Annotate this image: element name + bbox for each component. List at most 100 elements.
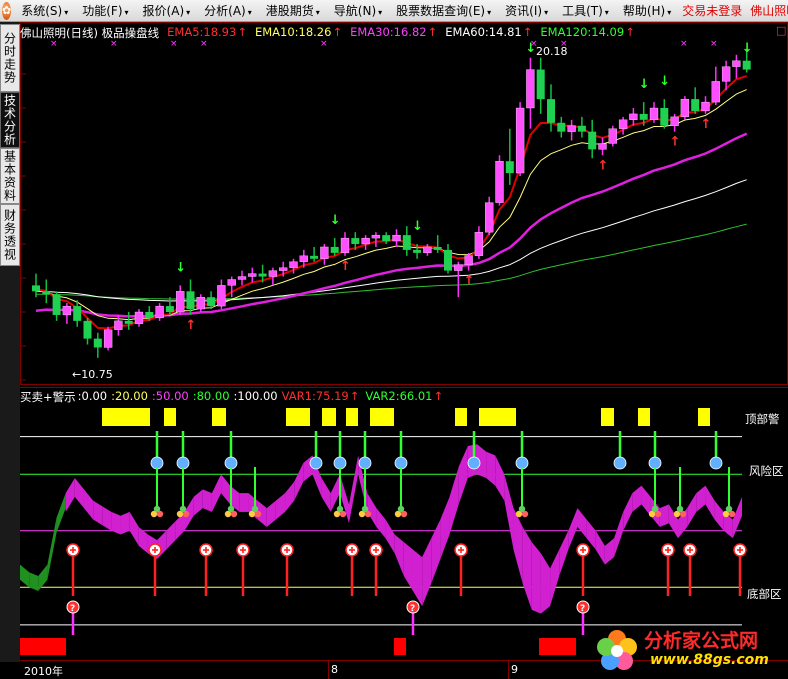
- candle-body: [340, 237, 350, 254]
- var2-area: [29, 572, 39, 592]
- ema120-line: [36, 223, 747, 300]
- var1-area: [513, 508, 523, 584]
- top-warning-block: [479, 408, 516, 426]
- top-warning-block: [212, 408, 226, 426]
- var1-area: [412, 549, 423, 607]
- var1-area: [687, 493, 697, 527]
- var1-area: [714, 500, 724, 531]
- menu-item[interactable]: 股票数据查询(E) ▾: [389, 2, 498, 19]
- stock-name: 佛山照明: [750, 4, 788, 18]
- arrow-up-icon: ↑: [433, 389, 444, 403]
- tab-intraday[interactable]: 分时走势: [0, 24, 20, 92]
- candle-body: [351, 238, 360, 244]
- menu-bar: ✿ 系统(S) ▾ 功能(F) ▾ 报价(A) ▾ 分析(A) ▾ 港股期货 ▾ 导航(N) ▾ 股票数…: [0, 0, 788, 22]
- menu-item[interactable]: 工具(T) ▾: [555, 2, 616, 19]
- candle-body: [248, 273, 257, 277]
- menu-items: 系统(S) ▾ 功能(F) ▾ 报价(A) ▾ 分析(A) ▾ 港股期货 ▾ 导航(N) ▾ 股票数据查…: [14, 2, 678, 19]
- candle-body: [670, 116, 679, 126]
- candle-body: [330, 246, 339, 253]
- arrow-up-icon: ↑: [332, 25, 343, 39]
- menu-item[interactable]: 港股期货 ▾: [259, 2, 327, 19]
- candle-body: [402, 235, 411, 250]
- candle-body: [732, 60, 741, 67]
- bottom-ball-question: ?: [410, 604, 415, 614]
- var1-area: [705, 485, 715, 520]
- candle-body: [547, 99, 555, 123]
- price-panel-title: 佛山照明(日线) 极品操盘线: [20, 26, 160, 40]
- menu-item[interactable]: 导航(N) ▾: [327, 2, 389, 19]
- var1-area: [531, 542, 541, 614]
- bottom-block: [539, 638, 576, 655]
- cluster-ball-icon: [397, 505, 405, 513]
- cluster-ball-icon: [676, 505, 684, 513]
- var1-area: [221, 474, 231, 505]
- candle-body: [515, 107, 525, 174]
- tab-financials[interactable]: 财务透视: [0, 204, 20, 266]
- candle-body: [433, 246, 442, 250]
- buy-arrow-icon: ↑: [670, 135, 681, 150]
- var1-area: [111, 511, 121, 535]
- menu-item[interactable]: 资讯(I) ▾: [498, 2, 555, 19]
- var1-area: [431, 519, 441, 584]
- candle-body: [474, 232, 484, 256]
- var1-area: [522, 527, 532, 610]
- var1-area: [367, 493, 377, 527]
- var1-area: [550, 549, 560, 607]
- tab-technical[interactable]: 技术分析: [0, 92, 20, 148]
- menu-item[interactable]: 功能(F) ▾: [75, 2, 135, 19]
- top-warning-block: [102, 408, 150, 426]
- app-logo-icon[interactable]: ✿: [2, 1, 12, 20]
- chevron-down-icon: ▾: [378, 8, 383, 17]
- candle-body: [392, 234, 401, 242]
- chevron-down-icon: ▾: [315, 8, 320, 17]
- tab-fundamentals[interactable]: 基本资料: [0, 148, 20, 204]
- var1-area: [614, 511, 624, 558]
- menu-item[interactable]: 帮助(H) ▾: [616, 2, 678, 19]
- ema-legend-item: EMA30:16.82: [350, 25, 427, 39]
- chevron-down-icon: ▾: [186, 8, 191, 17]
- sell-arrow-icon: ↓: [412, 219, 423, 234]
- level-legend-item: :50.00: [151, 389, 189, 403]
- var1-area: [449, 466, 459, 535]
- top-warning-block: [638, 408, 650, 426]
- cluster-ball-icon: [518, 505, 526, 513]
- risk-ball-icon: [467, 456, 481, 470]
- var1-area: [285, 481, 295, 512]
- var1-area: [102, 506, 112, 531]
- watermark-title: 分析家公式网: [644, 630, 759, 652]
- level-legend-item: :100.00: [233, 389, 278, 403]
- candle-body: [196, 297, 205, 310]
- signal-marker-icon: ×: [110, 39, 118, 49]
- candle-body: [299, 255, 308, 262]
- cluster-ball-icon: [336, 505, 344, 513]
- arrow-up-icon: ↑: [427, 25, 438, 39]
- indicator-header: 买卖+警示 :0.00:20.00:50.00:80.00:100.00 VAR1…: [20, 389, 457, 404]
- var1-area: [577, 508, 587, 539]
- var1-area: [604, 538, 615, 565]
- menu-item[interactable]: 报价(A) ▾: [136, 2, 198, 19]
- candle-body: [258, 273, 267, 277]
- low-label: ←10.75: [72, 368, 113, 381]
- login-status[interactable]: 交易未登录: [678, 2, 746, 19]
- menu-item[interactable]: 系统(S) ▾: [14, 2, 75, 19]
- chevron-down-icon: ▾: [544, 8, 549, 17]
- menu-item[interactable]: 分析(A) ▾: [197, 2, 259, 19]
- arrow-up-icon: ↑: [237, 25, 247, 39]
- close-marker-icon[interactable]: □: [776, 24, 786, 37]
- candle-body: [124, 320, 133, 324]
- candle-body: [155, 305, 164, 319]
- level-legend-item: VAR1:75.19: [281, 389, 349, 403]
- candle-body: [93, 338, 102, 348]
- watermark-url: www.88gs.com: [650, 652, 769, 668]
- var1-area: [632, 485, 642, 512]
- var1-area: [586, 519, 596, 550]
- candle-body: [207, 297, 216, 307]
- candle-body: [444, 249, 452, 271]
- var1-area: [385, 519, 395, 554]
- chart-svg[interactable]: × × × × × × × × ×↓↑↓↑↓↑↓↑↓ ↓↑↑↓???: [20, 22, 788, 660]
- chevron-down-icon: ▾: [604, 8, 609, 17]
- var1-area: [403, 542, 413, 592]
- candle-body: [114, 320, 123, 330]
- cluster-ball-icon: [725, 505, 733, 513]
- ema-legend-entry: EMA5:18.93 ↑: [167, 25, 247, 40]
